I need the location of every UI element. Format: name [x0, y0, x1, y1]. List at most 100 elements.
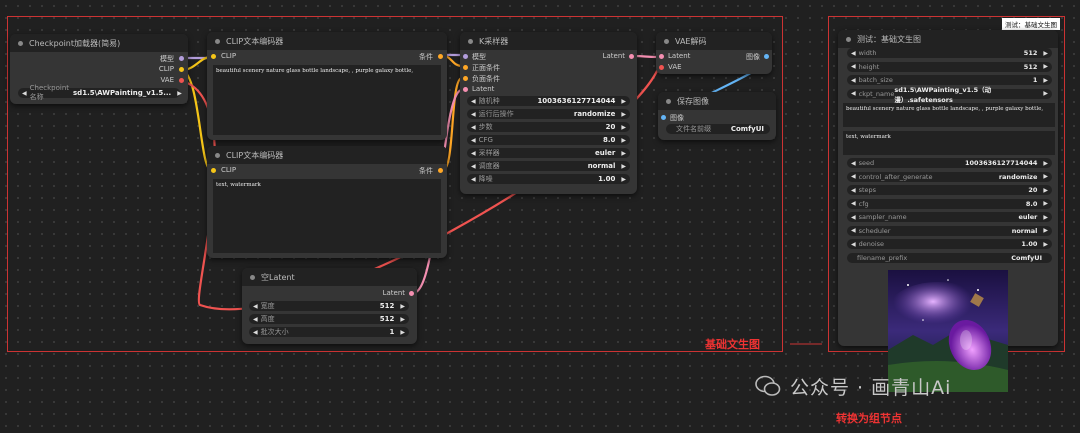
arrow-left-icon[interactable]: ◀ [471, 124, 476, 131]
collapse-dot-icon[interactable] [215, 38, 220, 44]
input-clip-socket[interactable] [211, 54, 216, 59]
arrow-left-icon[interactable]: ◀ [851, 214, 856, 221]
arrow-left-icon[interactable]: ◀ [471, 98, 476, 105]
output-cond-socket[interactable] [438, 168, 443, 173]
input-clip-socket[interactable] [211, 168, 216, 173]
arrow-right-icon[interactable]: ▶ [1043, 200, 1048, 207]
arrow-right-icon[interactable]: ▶ [1043, 77, 1048, 84]
group-widget-height[interactable]: ◀ height 512 ▶ [847, 61, 1052, 72]
prompt-textarea[interactable]: text, watermark [213, 179, 441, 253]
collapse-dot-icon[interactable] [18, 40, 23, 46]
input-model-socket[interactable] [463, 54, 468, 59]
input-latent-socket[interactable] [659, 54, 664, 59]
arrow-left-icon[interactable]: ◀ [253, 316, 258, 323]
arrow-left-icon[interactable]: ◀ [851, 173, 856, 180]
node-save-image[interactable]: 保存图像 图像 文件名前缀 ComfyUI [658, 92, 776, 140]
output-latent-socket[interactable] [629, 54, 634, 59]
arrow-left-icon[interactable]: ◀ [22, 90, 27, 97]
input-negative-socket[interactable] [463, 76, 468, 81]
group-widget-steps[interactable]: ◀ steps 20 ▶ [847, 185, 1052, 195]
ksampler-widget[interactable]: ◀ 降噪 1.00 ▶ [467, 174, 630, 184]
node-clip-text-negative[interactable]: CLIP文本编码器 CLIP 条件 text, watermark [207, 146, 447, 258]
input-image-socket[interactable] [661, 115, 666, 120]
group-widget-control-after-generate[interactable]: ◀ control_after_generate randomize ▶ [847, 171, 1052, 182]
arrow-right-icon[interactable]: ▶ [177, 90, 182, 97]
input-latent-socket[interactable] [463, 87, 468, 92]
height-widget[interactable]: ◀ 高度 512 ▶ [249, 314, 409, 324]
arrow-left-icon[interactable]: ◀ [253, 329, 258, 336]
filename-prefix-widget[interactable]: 文件名前缀 ComfyUI [666, 124, 770, 134]
arrow-right-icon[interactable]: ▶ [1043, 160, 1048, 167]
group-widget-sampler-name[interactable]: ◀ sampler_name euler ▶ [847, 212, 1052, 222]
ksampler-widget[interactable]: ◀ 调度器 normal ▶ [467, 161, 630, 171]
ksampler-widget[interactable]: ◀ 步数 20 ▶ [467, 122, 630, 132]
width-widget[interactable]: ◀ 宽度 512 ▶ [249, 301, 409, 311]
node-ksampler[interactable]: K采样器 模型 正面条件 负面条件 Latent Latent ◀ 随机种 1003… [460, 32, 637, 194]
arrow-left-icon[interactable]: ◀ [851, 241, 856, 248]
ksampler-widget[interactable]: ◀ CFG 8.0 ▶ [467, 135, 630, 145]
arrow-left-icon[interactable]: ◀ [851, 50, 856, 57]
arrow-right-icon[interactable]: ▶ [621, 98, 626, 105]
ksampler-widget[interactable]: ◀ 随机种 1003636127714044 ▶ [467, 96, 630, 106]
output-vae-socket[interactable] [179, 78, 184, 83]
group-widget-seed[interactable]: ◀ seed 1003636127714044 ▶ [847, 158, 1052, 168]
arrow-right-icon[interactable]: ▶ [621, 163, 626, 170]
collapse-dot-icon[interactable] [666, 98, 671, 104]
collapse-dot-icon[interactable] [846, 36, 851, 42]
node-checkpoint-loader[interactable]: Checkpoint加载器(简易) 模型 CLIP VAE ◀ Checkpoi… [10, 34, 188, 104]
output-model-socket[interactable] [179, 56, 184, 61]
group-widget-cfg[interactable]: ◀ cfg 8.0 ▶ [847, 198, 1052, 209]
arrow-left-icon[interactable]: ◀ [851, 160, 856, 167]
arrow-right-icon[interactable]: ▶ [400, 316, 405, 323]
group-widget-denoise[interactable]: ◀ denoise 1.00 ▶ [847, 239, 1052, 249]
arrow-left-icon[interactable]: ◀ [851, 187, 856, 194]
ckpt-name-widget[interactable]: ◀ Checkpoint名称 sd1.5\AWPainting_v1.5... … [18, 84, 182, 101]
arrow-left-icon[interactable]: ◀ [471, 111, 476, 118]
arrow-right-icon[interactable]: ▶ [621, 124, 626, 131]
group-widget-width[interactable]: ◀ width 512 ▶ [847, 48, 1052, 58]
arrow-right-icon[interactable]: ▶ [1043, 227, 1048, 234]
input-positive-socket[interactable] [463, 65, 468, 70]
collapse-dot-icon[interactable] [215, 152, 220, 158]
arrow-left-icon[interactable]: ◀ [253, 303, 258, 310]
ksampler-widget[interactable]: ◀ 运行后操作 randomize ▶ [467, 109, 630, 119]
arrow-right-icon[interactable]: ▶ [621, 137, 626, 144]
arrow-right-icon[interactable]: ▶ [1043, 214, 1048, 221]
arrow-right-icon[interactable]: ▶ [1043, 63, 1048, 70]
arrow-left-icon[interactable]: ◀ [851, 63, 856, 70]
arrow-right-icon[interactable]: ▶ [621, 176, 626, 183]
arrow-right-icon[interactable]: ▶ [1043, 241, 1048, 248]
group-widget-filename-prefix[interactable]: filename_prefix ComfyUI [847, 252, 1052, 263]
arrow-left-icon[interactable]: ◀ [471, 163, 476, 170]
collapse-dot-icon[interactable] [250, 274, 255, 280]
group-negative-textarea[interactable]: text, watermark [843, 131, 1055, 155]
output-cond-socket[interactable] [438, 54, 443, 59]
arrow-left-icon[interactable]: ◀ [851, 200, 856, 207]
ksampler-widget[interactable]: ◀ 采样器 euler ▶ [467, 148, 630, 158]
arrow-right-icon[interactable]: ▶ [1043, 90, 1048, 97]
node-clip-text-positive[interactable]: CLIP文本编码器 CLIP 条件 beautiful scenery natu… [207, 32, 447, 140]
group-positive-textarea[interactable]: beautiful scenery nature glass bottle la… [843, 103, 1055, 127]
node-empty-latent[interactable]: 空Latent Latent ◀ 宽度 512 ▶ ◀ 高度 512 ▶ ◀ 批次大小 1 ▶ [242, 268, 417, 344]
output-clip-socket[interactable] [179, 67, 184, 72]
arrow-right-icon[interactable]: ▶ [1043, 187, 1048, 194]
group-widget-scheduler[interactable]: ◀ scheduler normal ▶ [847, 225, 1052, 236]
collapse-dot-icon[interactable] [468, 38, 473, 44]
output-image-socket[interactable] [764, 54, 769, 59]
arrow-left-icon[interactable]: ◀ [851, 77, 856, 84]
arrow-right-icon[interactable]: ▶ [400, 303, 405, 310]
arrow-left-icon[interactable]: ◀ [471, 150, 476, 157]
prompt-textarea[interactable]: beautiful scenery nature glass bottle la… [213, 65, 441, 135]
arrow-left-icon[interactable]: ◀ [471, 176, 476, 183]
input-vae-socket[interactable] [659, 65, 664, 70]
arrow-right-icon[interactable]: ▶ [400, 329, 405, 336]
group-widget-ckpt-name[interactable]: ◀ ckpt_name sd1.5\AWPainting_v1.5（动漫）.safe… [847, 86, 1052, 104]
batch-size-widget[interactable]: ◀ 批次大小 1 ▶ [249, 327, 409, 337]
arrow-right-icon[interactable]: ▶ [621, 150, 626, 157]
arrow-right-icon[interactable]: ▶ [621, 111, 626, 118]
arrow-left-icon[interactable]: ◀ [851, 90, 856, 97]
collapse-dot-icon[interactable] [664, 38, 669, 44]
arrow-left-icon[interactable]: ◀ [851, 227, 856, 234]
node-vae-decode[interactable]: VAE解码 Latent VAE 图像 [656, 32, 772, 74]
arrow-right-icon[interactable]: ▶ [1043, 173, 1048, 180]
